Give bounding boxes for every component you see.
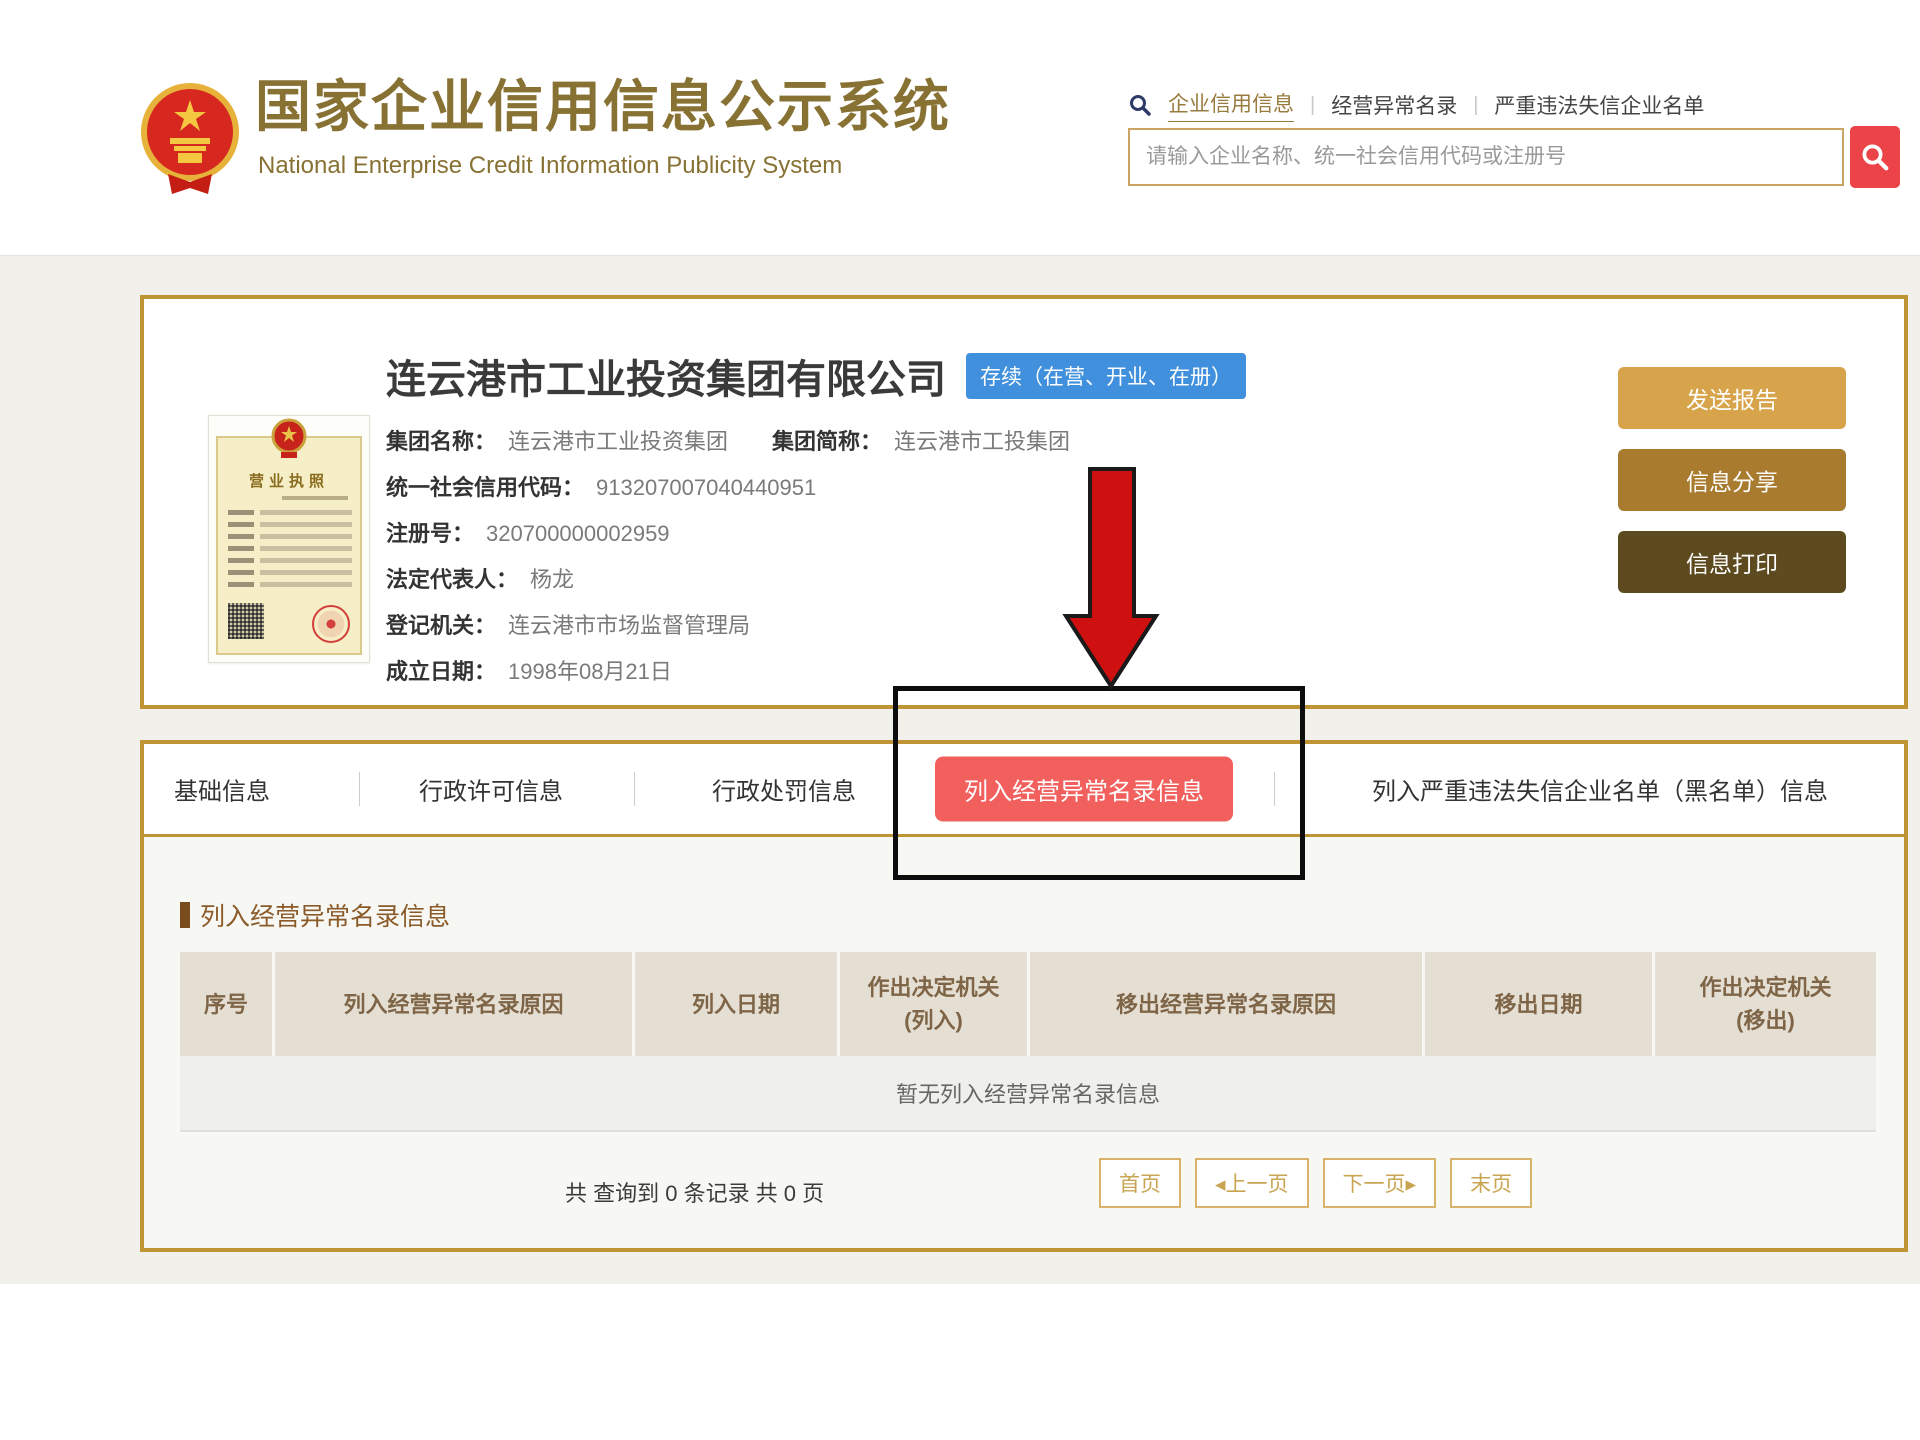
page: 国家企业信用信息公示系统 National Enterprise Credit … xyxy=(0,0,1920,1440)
column-header-line: 序号 xyxy=(204,988,248,1021)
column-header-line: 列入日期 xyxy=(692,988,780,1021)
search-scope-tab-abnormal-directory[interactable]: 经营异常名录 xyxy=(1331,90,1457,120)
field-value: 连云港市工业投资集团 xyxy=(508,429,728,454)
separator: | xyxy=(1310,94,1315,117)
site-header: 国家企业信用信息公示系统 National Enterprise Credit … xyxy=(0,0,1920,255)
pagination-prev-button[interactable]: ◂上一页 xyxy=(1195,1158,1309,1208)
license-paper: 营业执照 xyxy=(216,436,362,655)
tab-basic-info[interactable]: 基础信息 xyxy=(174,772,270,807)
field-value: 杨龙 xyxy=(530,567,574,592)
field-value: 913207007040440951 xyxy=(596,475,816,500)
business-license-thumbnail[interactable]: 营业执照 xyxy=(208,415,370,663)
section-title-text: 列入经营异常名录信息 xyxy=(200,897,450,933)
records-summary: 共 查询到 0 条记录 共 0 页 xyxy=(565,1176,824,1208)
search-scope-tabs: 企业信用信息 | 经营异常名录 | 严重违法失信企业名单 xyxy=(1128,88,1704,122)
tab-separator xyxy=(359,772,360,806)
tab-admin-penalty[interactable]: 行政处罚信息 xyxy=(712,772,856,807)
site-title: 国家企业信用信息公示系统 xyxy=(255,62,951,143)
red-arrow-annotation xyxy=(1062,466,1160,690)
column-header-line: 移出日期 xyxy=(1494,988,1582,1021)
send-report-button[interactable]: 发送报告 xyxy=(1618,367,1846,429)
share-info-button[interactable]: 信息分享 xyxy=(1618,449,1846,511)
search-scope-tab-serious-violation[interactable]: 严重违法失信企业名单 xyxy=(1494,90,1704,120)
pagination-first-button[interactable]: 首页 xyxy=(1099,1158,1181,1208)
column-header-line: 作出决定机关 xyxy=(867,971,999,1004)
column-header-line: (移出) xyxy=(1736,1004,1795,1037)
company-card: 营业执照 连云港市工业投资集团有限公司 存续（在营、开业、在册） xyxy=(140,295,1908,709)
search-scope-tab-enterprise-credit[interactable]: 企业信用信息 xyxy=(1168,88,1294,122)
print-info-button[interactable]: 信息打印 xyxy=(1618,531,1846,593)
field-label: 成立日期： xyxy=(386,659,496,684)
table-empty-row: 暂无列入经营异常名录信息 xyxy=(180,1056,1876,1132)
field-label: 注册号： xyxy=(386,521,474,546)
search-button[interactable] xyxy=(1850,126,1900,188)
company-action-buttons: 发送报告信息分享信息打印 xyxy=(1618,367,1846,593)
abnormal-list-table: 序号列入经营异常名录原因列入日期作出决定机关(列入)移出经营异常名录原因移出日期… xyxy=(180,952,1876,1250)
table-footer: 共 查询到 0 条记录 共 0 页 首页 ◂上一页下一页▸ 末页 xyxy=(180,1132,1876,1250)
site-subtitle: National Enterprise Credit Information P… xyxy=(258,152,842,180)
license-seal xyxy=(312,605,350,643)
field-label: 登记机关： xyxy=(386,613,496,638)
field-label: 集团简称： xyxy=(772,429,882,454)
pagination-next-button[interactable]: 下一页▸ xyxy=(1323,1158,1437,1208)
company-info-row: 集团名称： 连云港市工业投资集团 集团简称： 连云港市工投集团 xyxy=(386,419,1246,465)
column-header-line: 列入经营异常名录原因 xyxy=(343,988,563,1021)
search-input[interactable] xyxy=(1128,128,1844,186)
column-header-list-authority: 作出决定机关(列入) xyxy=(840,952,1030,1056)
column-header-remove-authority: 作出决定机关(移出) xyxy=(1655,952,1876,1056)
license-title: 营业执照 xyxy=(218,470,360,491)
section-title-bar-icon xyxy=(180,902,190,928)
license-emblem-icon xyxy=(270,418,308,460)
table-header-row: 序号列入经营异常名录原因列入日期作出决定机关(列入)移出经营异常名录原因移出日期… xyxy=(180,952,1876,1056)
search-button-icon xyxy=(1860,142,1890,172)
field-value: 1998年08月21日 xyxy=(508,659,672,684)
field-label: 集团名称： xyxy=(386,429,496,454)
column-header-line: (列入) xyxy=(904,1004,963,1037)
field-value: 连云港市市场监督管理局 xyxy=(508,613,750,638)
license-text-lines xyxy=(228,510,352,594)
tab-separator xyxy=(634,772,635,806)
national-emblem-logo xyxy=(138,82,242,202)
column-header-remove-date: 移出日期 xyxy=(1425,952,1655,1056)
column-header-line: 移出经营异常名录原因 xyxy=(1116,988,1336,1021)
tab-blacklist[interactable]: 列入严重违法失信企业名单（黑名单）信息 xyxy=(1372,772,1828,807)
search-icon xyxy=(1128,93,1152,117)
column-header-remove-reason: 移出经营异常名录原因 xyxy=(1030,952,1425,1056)
tab-admin-license[interactable]: 行政许可信息 xyxy=(419,772,563,807)
column-header-line: 作出决定机关 xyxy=(1699,971,1831,1004)
detail-content: 列入经营异常名录信息 序号列入经营异常名录原因列入日期作出决定机关(列入)移出经… xyxy=(144,837,1904,1248)
column-header-list-date: 列入日期 xyxy=(635,952,840,1056)
column-header-index: 序号 xyxy=(180,952,275,1056)
pagination: 首页 ◂上一页下一页▸ 末页 xyxy=(1099,1158,1532,1208)
field-value: 连云港市工投集团 xyxy=(894,429,1070,454)
field-label: 法定代表人： xyxy=(386,567,518,592)
license-subline xyxy=(282,496,348,500)
separator: | xyxy=(1473,94,1478,117)
company-status-badge: 存续（在营、开业、在册） xyxy=(966,353,1246,399)
field-value: 320700000002959 xyxy=(486,521,670,546)
highlight-rectangle-annotation xyxy=(893,686,1305,880)
search-bar xyxy=(1128,128,1900,188)
field-label: 统一社会信用代码： xyxy=(386,475,584,500)
license-qr-code xyxy=(228,603,264,639)
section-title: 列入经营异常名录信息 xyxy=(180,897,450,933)
company-name: 连云港市工业投资集团有限公司 xyxy=(386,347,946,405)
column-header-list-reason: 列入经营异常名录原因 xyxy=(275,952,635,1056)
pagination-last-button[interactable]: 末页 xyxy=(1450,1158,1532,1208)
